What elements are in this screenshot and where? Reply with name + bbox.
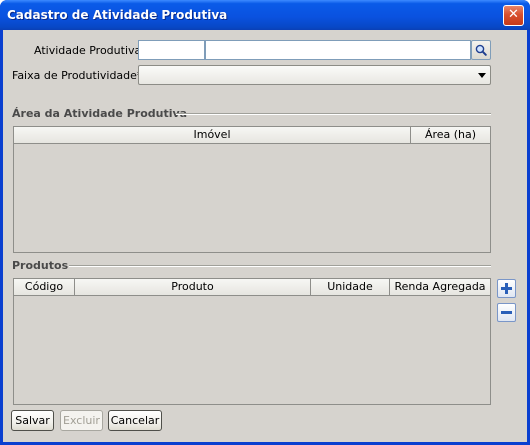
column-header-codigo[interactable]: Código bbox=[14, 279, 75, 296]
column-header-imovel[interactable]: Imóvel bbox=[14, 127, 411, 144]
faixa-produtividade-select[interactable] bbox=[138, 65, 491, 85]
atividade-produtiva-label: Atividade Produtiva: bbox=[34, 44, 145, 57]
column-header-renda-agregada[interactable]: Renda Agregada bbox=[390, 279, 490, 296]
close-icon: ✕ bbox=[508, 7, 519, 22]
area-section-divider bbox=[176, 113, 491, 115]
save-button[interactable]: Salvar bbox=[11, 410, 54, 431]
dialog-content: Atividade Produtiva: Faixa de Produtivid… bbox=[3, 30, 527, 442]
atividade-description-input[interactable] bbox=[205, 40, 471, 60]
minus-icon bbox=[501, 311, 512, 314]
search-button[interactable] bbox=[471, 40, 491, 60]
add-product-button[interactable] bbox=[497, 279, 516, 298]
faixa-produtividade-label: Faixa de Produtividade*: bbox=[12, 69, 147, 82]
produtos-table[interactable]: Código Produto Unidade Renda Agregada bbox=[13, 278, 491, 405]
area-section-title: Área da Atividade Produtiva bbox=[12, 107, 188, 120]
area-table[interactable]: Imóvel Área (ha) bbox=[13, 126, 491, 253]
dialog-window: Cadastro de Atividade Produtiva ✕ Ativid… bbox=[0, 0, 530, 445]
column-header-unidade[interactable]: Unidade bbox=[311, 279, 390, 296]
produtos-section-title: Produtos bbox=[12, 259, 69, 272]
column-header-produto[interactable]: Produto bbox=[75, 279, 311, 296]
cancel-button[interactable]: Cancelar bbox=[108, 410, 162, 431]
search-icon bbox=[475, 44, 487, 56]
column-header-area-ha[interactable]: Área (ha) bbox=[411, 127, 490, 144]
produtos-table-header: Código Produto Unidade Renda Agregada bbox=[14, 279, 490, 296]
area-table-header: Imóvel Área (ha) bbox=[14, 127, 490, 144]
remove-product-button[interactable] bbox=[497, 303, 516, 322]
delete-button[interactable]: Excluir bbox=[60, 410, 103, 431]
atividade-code-input[interactable] bbox=[138, 40, 205, 60]
title-bar[interactable]: Cadastro de Atividade Produtiva ✕ bbox=[0, 0, 530, 30]
close-button[interactable]: ✕ bbox=[503, 5, 524, 26]
produtos-section-divider bbox=[69, 265, 491, 267]
chevron-down-icon bbox=[478, 73, 486, 78]
plus-icon bbox=[501, 283, 512, 294]
window-title: Cadastro de Atividade Produtiva bbox=[7, 8, 228, 22]
